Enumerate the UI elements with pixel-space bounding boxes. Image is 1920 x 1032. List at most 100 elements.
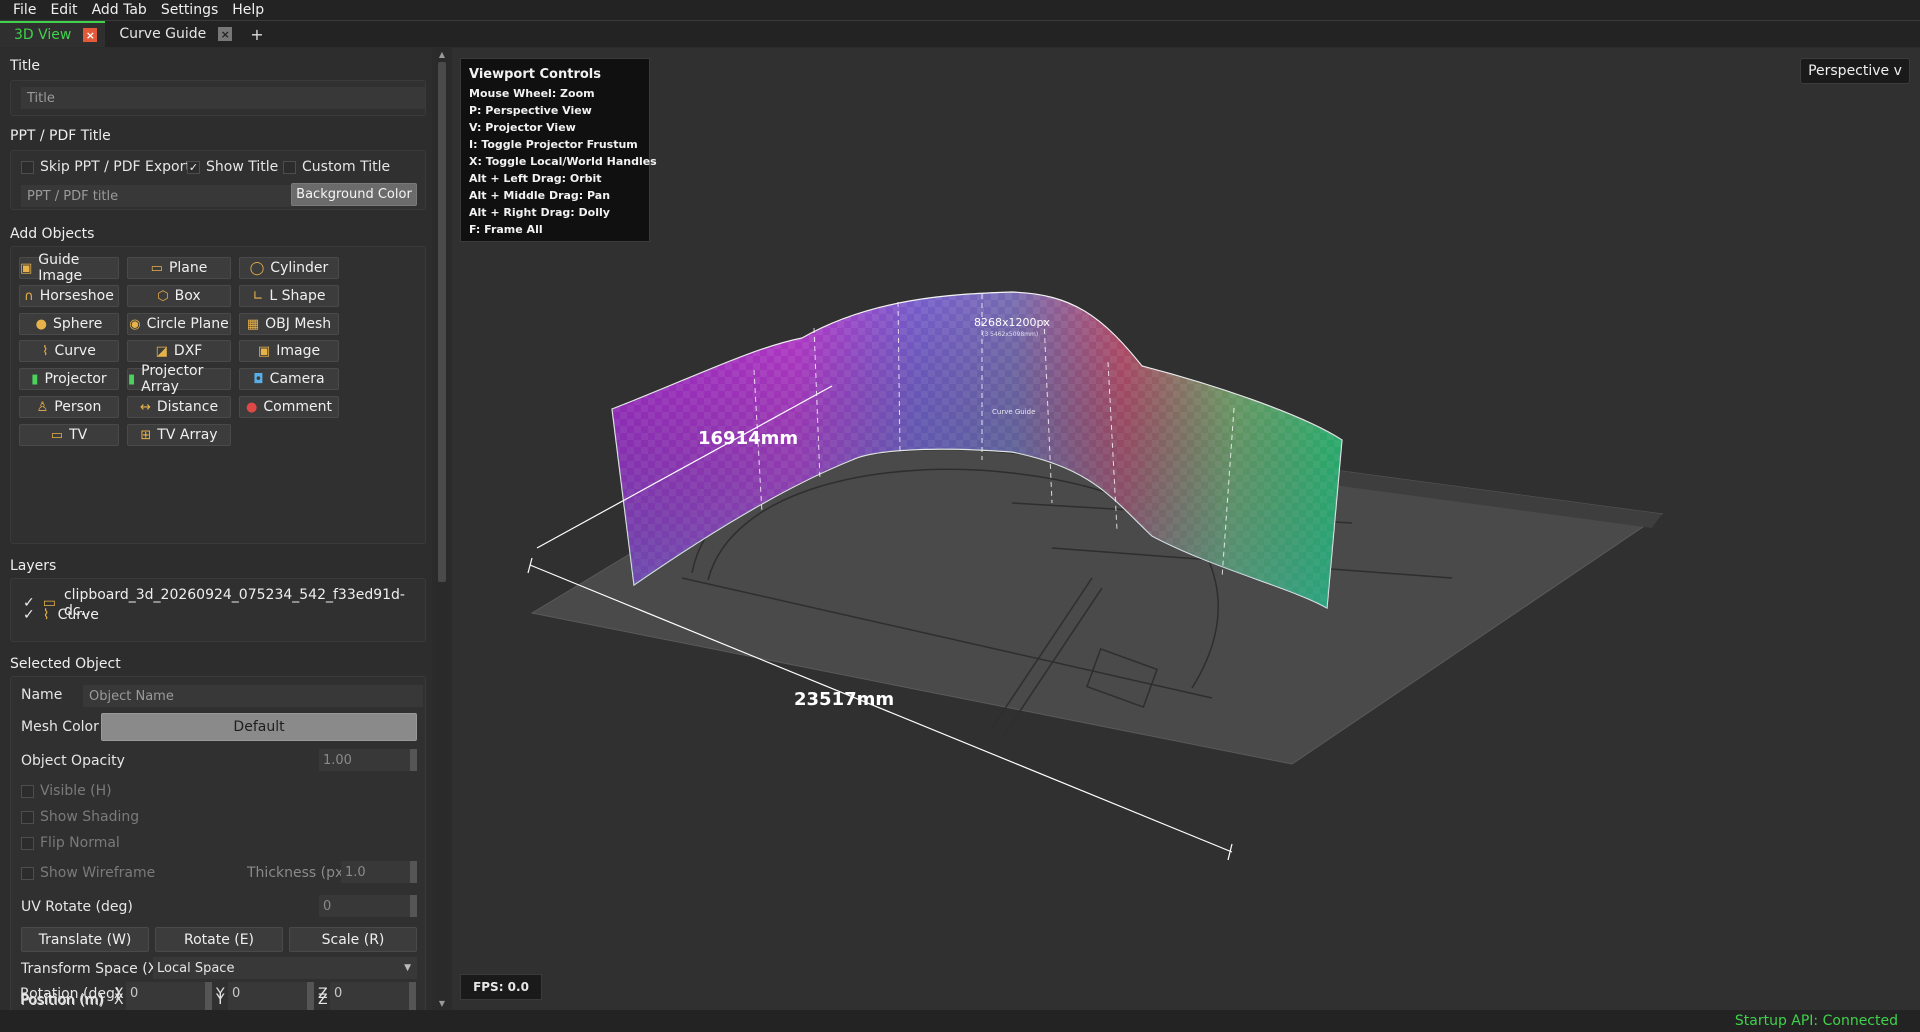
menu-add-tab[interactable]: Add Tab — [85, 2, 154, 18]
scrollbar-thumb[interactable] — [438, 62, 446, 582]
checkbox-box — [21, 866, 34, 880]
status-text: Startup API: Connected — [1734, 1013, 1898, 1029]
close-icon[interactable]: × — [218, 27, 233, 41]
rotation-z-spinbox[interactable]: 0 — [330, 982, 416, 1004]
3d-scene[interactable]: 16914mm 23517mm 8268x1200px (3 5462x5098… — [452, 48, 1920, 1010]
checkbox-box — [21, 784, 34, 798]
button-label: Guide Image — [38, 252, 83, 284]
scroll-up-icon[interactable]: ▲ — [437, 50, 447, 59]
menu-file[interactable]: File — [6, 2, 43, 18]
ppt-title-input[interactable]: PPT / PDF title — [21, 185, 293, 207]
spin-value: 0 — [232, 985, 241, 1001]
layer-label: Curve — [57, 607, 99, 623]
axis-x-label: X — [114, 986, 124, 1002]
button-label: DXF — [173, 343, 203, 359]
layers-heading: Layers — [10, 558, 57, 574]
ppt-section-heading: PPT / PDF Title — [10, 128, 111, 144]
check-icon: ✓ — [187, 160, 200, 174]
scroll-down-icon[interactable]: ▼ — [437, 999, 447, 1008]
control-line: I: Toggle Projector Frustum — [469, 138, 638, 151]
add-projector-button[interactable]: ▮ Projector — [19, 368, 119, 390]
panel-scrollbar[interactable]: ▲ ▼ — [436, 48, 448, 1010]
control-line: P: Perspective View — [469, 104, 592, 117]
add-dxf-button[interactable]: ◪ DXF — [127, 340, 231, 362]
add-camera-button[interactable]: ◘ Camera — [239, 368, 339, 390]
height-dimension-label: 16914mm — [698, 428, 798, 449]
spin-arrows[interactable] — [307, 982, 314, 1004]
fps-counter: FPS: 0.0 — [460, 974, 542, 1000]
add-curve-button[interactable]: ⌇ Curve — [19, 340, 119, 362]
menu-edit[interactable]: Edit — [43, 2, 84, 18]
menu-help[interactable]: Help — [225, 2, 271, 18]
button-label: Curve — [54, 343, 96, 359]
check-icon[interactable]: ✓ — [23, 607, 35, 623]
add-l-shape-button[interactable]: ∟ L Shape — [239, 285, 339, 307]
tab-curve-guide[interactable]: Curve Guide × — [105, 21, 240, 47]
button-label: TV — [69, 427, 88, 443]
plane-icon: ▭ — [150, 260, 163, 276]
add-sphere-button[interactable]: ● Sphere — [19, 313, 119, 335]
scale-button[interactable]: Scale (R) — [289, 927, 417, 952]
checkbox-box — [21, 160, 34, 174]
skip-export-checkbox[interactable]: Skip PPT / PDF Export — [21, 159, 191, 175]
3d-viewport[interactable]: 16914mm 23517mm 8268x1200px (3 5462x5098… — [452, 48, 1920, 1010]
tab-3d-view[interactable]: 3D View × — [0, 21, 106, 47]
opacity-spinbox[interactable]: 1.00 — [319, 749, 417, 771]
add-person-button[interactable]: ♙ Person — [19, 396, 119, 418]
add-guide-image-button[interactable]: ▣ Guide Image — [19, 252, 119, 284]
translate-button[interactable]: Translate (W) — [21, 927, 149, 952]
spin-arrows[interactable] — [410, 861, 417, 883]
add-horseshoe-button[interactable]: ∩ Horseshoe — [19, 285, 119, 307]
opacity-label: Object Opacity — [21, 753, 125, 769]
add-tv-button[interactable]: ▭ TV — [19, 424, 119, 446]
menu-settings[interactable]: Settings — [154, 2, 225, 18]
image-icon: ▣ — [257, 343, 271, 359]
close-icon[interactable]: × — [83, 28, 98, 42]
view-mode-dropdown[interactable]: Perspective v — [1800, 58, 1910, 84]
add-comment-button[interactable]: ● Comment — [239, 396, 339, 418]
curve-icon: ⌇ — [42, 343, 49, 359]
add-tv-array-button[interactable]: ⊞ TV Array — [127, 424, 231, 446]
mesh-color-button[interactable]: Default — [101, 713, 417, 741]
add-tab-button[interactable]: + — [240, 21, 273, 47]
curve-guide-label: Curve Guide — [992, 408, 1035, 416]
thickness-spinbox[interactable]: 1.0 — [341, 861, 417, 883]
add-cylinder-button[interactable]: ◯ Cylinder — [239, 257, 339, 279]
spin-arrows[interactable] — [205, 982, 212, 1004]
object-name-input[interactable]: Object Name — [83, 685, 423, 707]
shading-checkbox[interactable]: Show Shading — [21, 809, 139, 825]
add-circle-plane-button[interactable]: ◉ Circle Plane — [127, 313, 231, 335]
add-box-button[interactable]: ⬡ Box — [127, 285, 231, 307]
background-color-button[interactable]: Background Color — [291, 183, 417, 206]
transform-space-select[interactable]: Local Space ▼ — [153, 957, 417, 979]
control-line: X: Toggle Local/World Handles — [469, 155, 657, 168]
flip-normal-checkbox[interactable]: Flip Normal — [21, 835, 120, 851]
checkbox-box — [21, 836, 34, 850]
show-title-checkbox[interactable]: ✓ Show Title — [187, 159, 278, 175]
curve-icon: ⌇ — [42, 607, 50, 623]
checkbox-label: Custom Title — [302, 159, 391, 175]
custom-title-checkbox[interactable]: Custom Title — [283, 159, 390, 175]
checkbox-label: Visible (H) — [40, 783, 112, 799]
spin-arrows[interactable] — [410, 895, 417, 917]
spin-arrows[interactable] — [410, 749, 417, 771]
rotate-button[interactable]: Rotate (E) — [155, 927, 283, 952]
title-input[interactable]: Title — [21, 87, 425, 109]
add-plane-button[interactable]: ▭ Plane — [127, 257, 231, 279]
uv-rotate-spinbox[interactable]: 0 — [319, 895, 417, 917]
add-obj-mesh-button[interactable]: ▦ OBJ Mesh — [239, 313, 339, 335]
rotation-y-spinbox[interactable]: 0 — [228, 982, 314, 1004]
rotation-x-spinbox[interactable]: 0 — [126, 982, 212, 1004]
projector-array-icon: ▮ — [128, 371, 136, 387]
layer-item-curve[interactable]: ✓ ⌇ Curve — [23, 607, 99, 623]
projector-icon: ▮ — [31, 371, 39, 387]
add-image-button[interactable]: ▣ Image — [239, 340, 339, 362]
spin-value: 0 — [334, 985, 343, 1001]
add-projector-array-button[interactable]: ▮ Projector Array — [127, 363, 231, 395]
add-distance-button[interactable]: ↔ Distance — [127, 396, 231, 418]
spin-value: 1.0 — [345, 864, 366, 880]
wireframe-checkbox[interactable]: Show Wireframe — [21, 865, 155, 881]
visible-checkbox[interactable]: Visible (H) — [21, 783, 112, 799]
add-objects-group: ▣ Guide Image ▭ Plane ◯ Cylinder ∩ Horseshoe ⬡ Bo… — [10, 246, 426, 544]
spin-arrows[interactable] — [409, 982, 416, 1004]
